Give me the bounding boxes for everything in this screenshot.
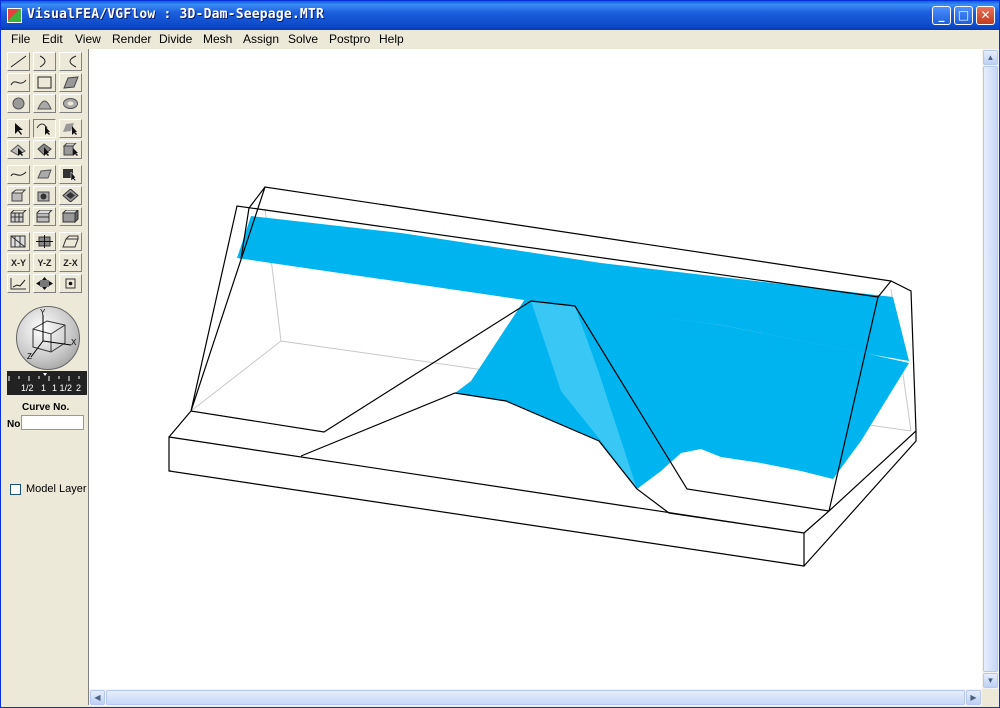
window-title: VisualFEA/VGFlow : 3D-Dam-Seepage.MTR [27, 7, 324, 22]
scroll-down-button[interactable]: ▼ [983, 673, 998, 688]
menu-view[interactable]: View [75, 32, 101, 46]
model-layer-label: Model Layer [26, 483, 87, 495]
menu-divide[interactable]: Divide [159, 32, 192, 46]
view-xy-label: X-Y [10, 257, 26, 268]
curve-number-input[interactable] [21, 415, 84, 430]
minimize-button[interactable]: _ [932, 6, 951, 25]
scale-ruler[interactable]: 1/2 1 1 1/2 2 [7, 371, 87, 395]
menu-assign[interactable]: Assign [243, 32, 279, 46]
pan-icon[interactable] [33, 274, 56, 293]
zoom-fit-icon[interactable] [33, 232, 56, 251]
mesh-view-icon[interactable] [7, 232, 30, 251]
select-curve-icon[interactable] [33, 119, 56, 138]
dam-seepage-model [168, 186, 917, 567]
menu-file[interactable]: File [11, 32, 30, 46]
select-region-icon[interactable] [59, 165, 82, 184]
maximize-button[interactable]: □ [954, 6, 973, 25]
dome-tool-icon[interactable] [33, 94, 56, 113]
menu-bar: File Edit View Render Divide Mesh Assign… [1, 30, 999, 48]
ruler-tick-one-half: 1 1/2 [52, 383, 73, 393]
layered-solid-icon[interactable] [33, 207, 56, 226]
center-icon[interactable] [59, 274, 82, 293]
menu-help[interactable]: Help [379, 32, 404, 46]
model-layer-checkbox[interactable] [10, 484, 21, 495]
arc-tool-icon[interactable] [33, 52, 56, 71]
circle-tool-icon[interactable] [7, 94, 30, 113]
ruler-tick-two: 2 [76, 383, 82, 393]
line-tool-icon[interactable] [7, 52, 30, 71]
loft-icon[interactable] [59, 186, 82, 205]
wave-surface-icon[interactable] [7, 165, 30, 184]
app-window: VisualFEA/VGFlow : 3D-Dam-Seepage.MTR _ … [0, 0, 1000, 708]
ring-tool-icon[interactable] [59, 94, 82, 113]
select-edge-icon[interactable] [7, 140, 30, 159]
scrollbar-corner [982, 689, 999, 706]
view-yz-button[interactable]: Y-Z [33, 253, 56, 272]
graph-icon[interactable] [7, 274, 30, 293]
menu-solve[interactable]: Solve [288, 32, 318, 46]
select-surface-icon[interactable] [59, 119, 82, 138]
axis-y-label: Y [40, 308, 46, 317]
no-label: No [7, 419, 21, 430]
view-orientation-control[interactable]: Y X Z [16, 306, 80, 370]
menu-render[interactable]: Render [112, 32, 151, 46]
horizontal-scroll-thumb[interactable] [106, 690, 965, 705]
view-zx-button[interactable]: Z-X [59, 253, 82, 272]
view-zx-label: Z-X [63, 257, 78, 268]
scroll-left-button[interactable]: ◀ [90, 690, 105, 705]
tool-palette: X-Y Y-Z Z-X Y X Z 1/2 1 1 1/2 2 Curve No… [4, 49, 89, 705]
title-bar[interactable]: VisualFEA/VGFlow : 3D-Dam-Seepage.MTR _ … [1, 1, 999, 30]
close-button[interactable]: ✕ [976, 6, 995, 25]
curve-number-label: Curve No. [22, 402, 70, 413]
menu-postpro[interactable]: Postpro [329, 32, 370, 46]
select-face-icon[interactable] [33, 140, 56, 159]
revolve-icon[interactable] [33, 186, 56, 205]
axis-z-label: Z [27, 352, 32, 361]
rect-tool-icon[interactable] [33, 73, 56, 92]
extrude-icon[interactable] [7, 186, 30, 205]
model-viewport[interactable] [89, 49, 982, 689]
scroll-up-button[interactable]: ▲ [983, 50, 998, 65]
scroll-right-button[interactable]: ▶ [966, 690, 981, 705]
select-solid-icon[interactable] [59, 140, 82, 159]
menu-edit[interactable]: Edit [42, 32, 63, 46]
app-icon[interactable] [7, 8, 22, 23]
vertical-scrollbar[interactable]: ▲ ▼ [982, 49, 999, 689]
select-arrow-icon[interactable] [7, 119, 30, 138]
ruler-tick-half: 1/2 [21, 383, 34, 393]
spline-tool-icon[interactable] [7, 73, 30, 92]
arc3-tool-icon[interactable] [59, 52, 82, 71]
sweep-surface-icon[interactable] [33, 165, 56, 184]
ruler-tick-one: 1 [41, 383, 47, 393]
box-solid-icon[interactable] [59, 207, 82, 226]
horizontal-scrollbar[interactable]: ◀ ▶ [89, 689, 982, 706]
vertical-scroll-thumb[interactable] [983, 66, 998, 672]
axis-x-label: X [71, 338, 77, 347]
grid-solid-icon[interactable] [7, 207, 30, 226]
view-xy-button[interactable]: X-Y [7, 253, 30, 272]
menu-mesh[interactable]: Mesh [203, 32, 232, 46]
perspective-icon[interactable] [59, 232, 82, 251]
view-yz-label: Y-Z [37, 257, 52, 268]
surface-tool-icon[interactable] [59, 73, 82, 92]
